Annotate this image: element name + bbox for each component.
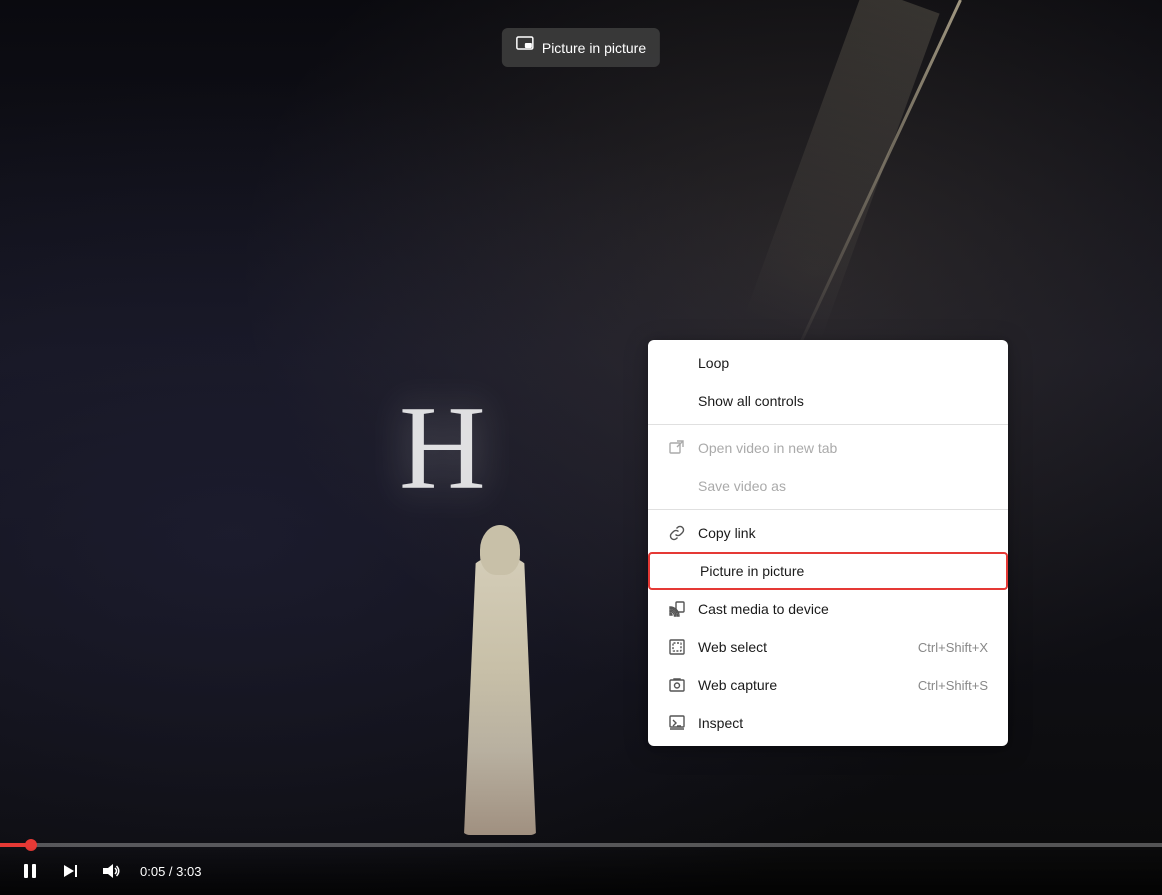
separator-2	[648, 509, 1008, 510]
web-capture-label: Web capture	[698, 677, 777, 693]
separator-1	[648, 424, 1008, 425]
video-controls: 0:05 / 3:03	[0, 847, 1162, 895]
web-capture-shortcut: Ctrl+Shift+S	[918, 678, 988, 693]
context-menu: Loop Show all controls Open video in new…	[648, 340, 1008, 746]
web-select-shortcut: Ctrl+Shift+X	[918, 640, 988, 655]
copy-link-label: Copy link	[698, 525, 756, 541]
show-controls-label: Show all controls	[698, 393, 804, 409]
pip-tooltip: Picture in picture	[502, 28, 660, 67]
web-capture-icon	[668, 676, 686, 694]
menu-item-picture-in-picture[interactable]: Picture in picture	[648, 552, 1008, 590]
menu-item-copy-link[interactable]: Copy link	[648, 514, 1008, 552]
time-display: 0:05 / 3:03	[140, 864, 201, 879]
menu-item-web-capture[interactable]: Web capture Ctrl+Shift+S	[648, 666, 1008, 704]
menu-item-open-new-tab[interactable]: Open video in new tab	[648, 429, 1008, 467]
menu-item-inspect[interactable]: Inspect	[648, 704, 1008, 742]
pip-tooltip-icon	[516, 36, 534, 59]
cast-media-label: Cast media to device	[698, 601, 829, 617]
menu-item-cast-media[interactable]: Cast media to device	[648, 590, 1008, 628]
menu-item-save-video[interactable]: Save video as	[648, 467, 1008, 505]
next-button[interactable]	[56, 857, 84, 885]
open-new-tab-label: Open video in new tab	[698, 440, 837, 456]
volume-button[interactable]	[96, 857, 124, 885]
link-icon	[668, 524, 686, 542]
menu-item-loop[interactable]: Loop	[648, 344, 1008, 382]
inspect-label: Inspect	[698, 715, 743, 731]
web-select-label: Web select	[698, 639, 767, 655]
video-player: H E Picture in picture	[0, 0, 1162, 895]
new-tab-icon	[668, 439, 686, 457]
pip-menu-label: Picture in picture	[700, 563, 804, 579]
figure-silhouette	[420, 515, 580, 835]
menu-item-show-controls[interactable]: Show all controls	[648, 382, 1008, 420]
save-video-label: Save video as	[698, 478, 786, 494]
pause-button[interactable]	[16, 857, 44, 885]
pip-tooltip-label: Picture in picture	[542, 40, 646, 56]
menu-item-web-select[interactable]: Web select Ctrl+Shift+X	[648, 628, 1008, 666]
inspect-icon	[668, 714, 686, 732]
web-select-icon	[668, 638, 686, 656]
loop-label: Loop	[698, 355, 729, 371]
cast-icon	[668, 600, 686, 618]
